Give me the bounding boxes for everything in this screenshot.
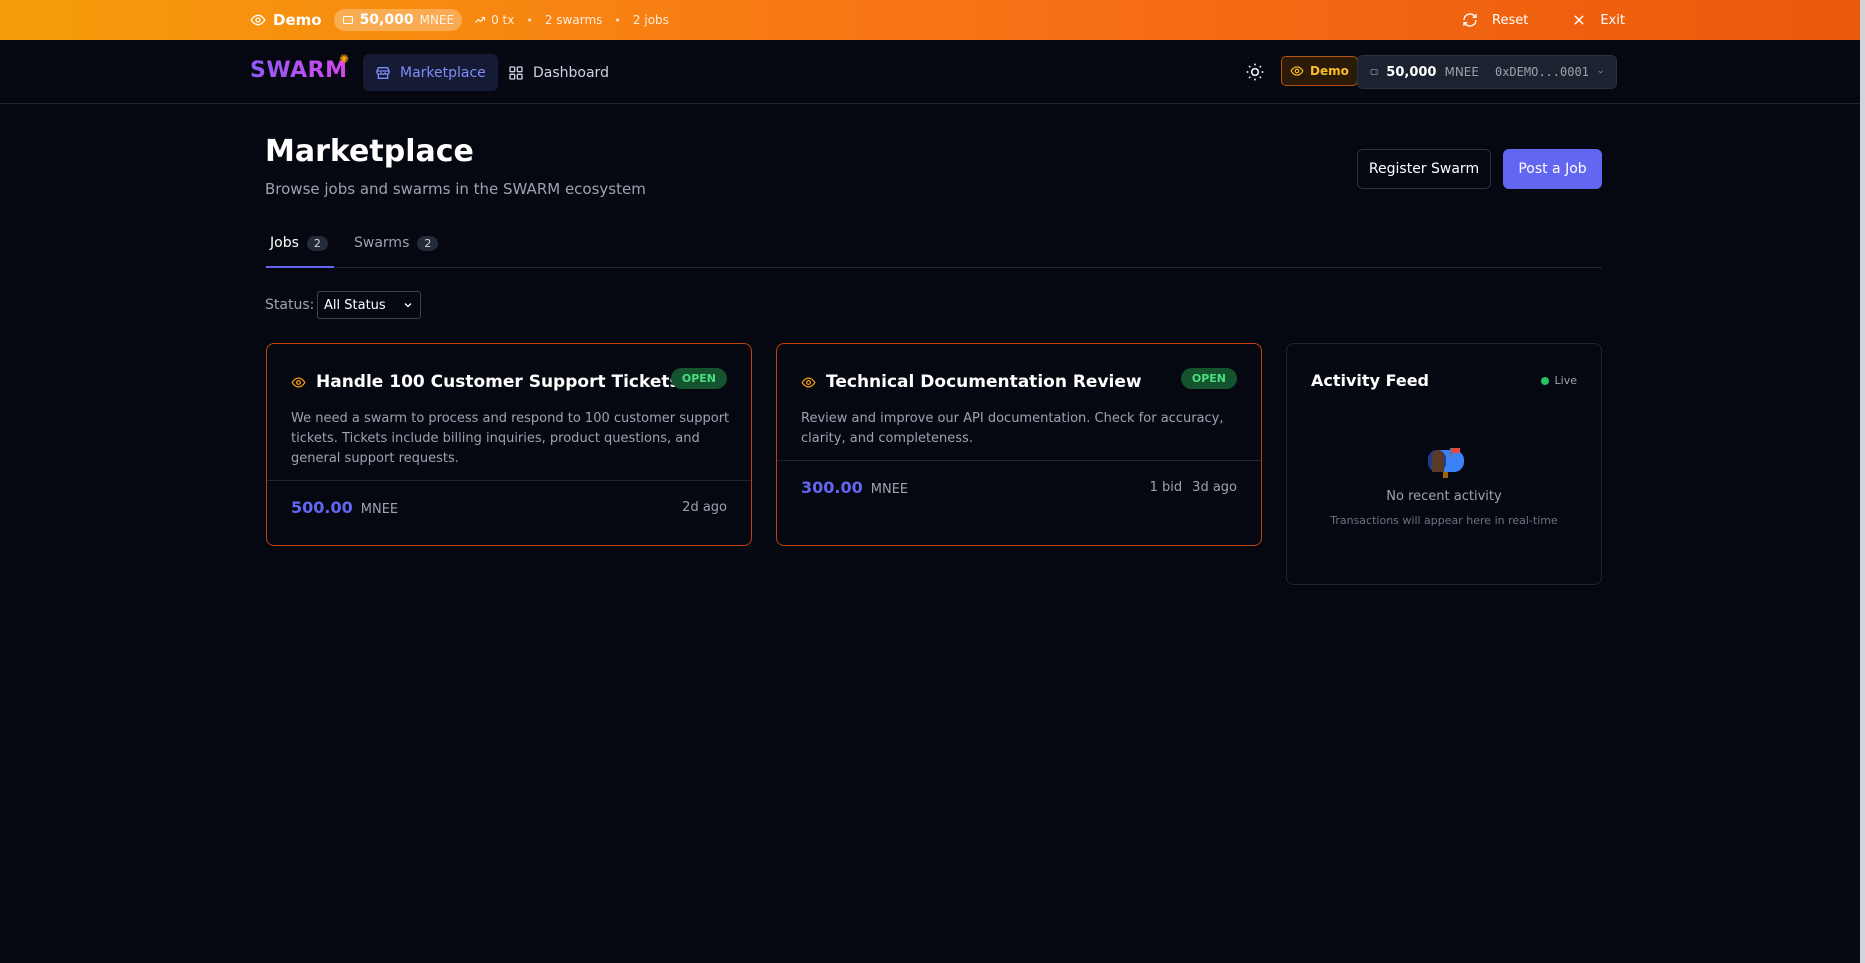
tx-count-label: 0 tx (491, 13, 515, 27)
job-age: 2d ago (682, 500, 727, 515)
job-price-amount: 300.00 (801, 478, 863, 497)
store-icon (376, 66, 390, 79)
tab-jobs[interactable]: Jobs 2 (266, 232, 334, 268)
live-dot (1540, 376, 1549, 385)
sun-icon[interactable] (1245, 62, 1265, 82)
job-price-amount: 500.00 (291, 498, 353, 517)
register-swarm-button[interactable]: Register Swarm (1357, 149, 1491, 189)
job-count: 2 jobs (632, 13, 669, 27)
swarm-count: 2 swarms (544, 13, 603, 27)
status-filter-select[interactable]: All Status (317, 291, 421, 319)
status-filter-value: All Status (324, 297, 386, 313)
chevron-down-icon (1598, 70, 1603, 74)
demo-chip-label: Demo (1310, 64, 1349, 78)
job-price: 300.00 MNEE (801, 478, 908, 497)
demo-banner-info: Demo 50,000 MNEE 0 tx • 2 swarms • 2 job… (250, 0, 669, 40)
status-badge: OPEN (1180, 368, 1237, 389)
grid-icon (509, 65, 523, 80)
empty-state-subtitle: Transactions will appear here in real-ti… (1330, 514, 1558, 527)
live-label: Live (1554, 374, 1577, 387)
tab-jobs-count: 2 (306, 236, 328, 251)
wallet-icon (342, 16, 353, 24)
status-filter-label: Status: (265, 297, 315, 313)
wallet-dropdown[interactable]: 50,000 MNEE 0xDEMO...0001 (1357, 55, 1617, 89)
live-indicator: Live (1540, 374, 1577, 387)
exit-demo-button[interactable]: Exit (1572, 13, 1625, 28)
job-title-row: Handle 100 Customer Support Tickets (291, 372, 680, 392)
job-price-unit: MNEE (870, 482, 909, 497)
eye-icon (291, 376, 306, 388)
tab-jobs-label: Jobs (270, 235, 299, 251)
job-title-row: Technical Documentation Review (801, 372, 1142, 392)
job-description: We need a swarm to process and respond t… (291, 411, 730, 466)
exit-label: Exit (1600, 12, 1625, 28)
status-badge: OPEN (670, 368, 727, 389)
window-edge (1860, 0, 1865, 963)
demo-balance-pill: 50,000 MNEE (333, 9, 463, 31)
demo-balance-unit: MNEE (419, 13, 455, 27)
job-title: Technical Documentation Review (826, 372, 1142, 392)
nav-tab-marketplace-label: Marketplace (400, 64, 486, 81)
nav-tab-dashboard[interactable]: Dashboard (496, 54, 621, 91)
post-job-button[interactable]: Post a Job (1503, 149, 1602, 189)
job-card-divider (267, 480, 751, 481)
job-card[interactable]: Handle 100 Customer Support Tickets OPEN… (266, 343, 752, 546)
wallet-balance: 50,000 (1386, 64, 1437, 80)
tx-count: 0 tx (474, 13, 514, 27)
reset-button[interactable]: Reset (1462, 12, 1528, 28)
top-nav: SWARM ✺ Marketplace Dashboard Demo 50,00… (0, 40, 1860, 104)
wallet-address: 0xDEMO...0001 (1494, 65, 1589, 79)
job-price-unit: MNEE (360, 502, 399, 517)
nav-tab-dashboard-label: Dashboard (533, 64, 609, 81)
trending-up-icon (475, 17, 486, 23)
job-title: Handle 100 Customer Support Tickets (316, 372, 680, 392)
job-card[interactable]: Technical Documentation Review OPEN Revi… (776, 343, 1262, 546)
eye-icon (801, 376, 816, 388)
chevron-down-icon (404, 303, 412, 308)
job-footer: 300.00 MNEE 1 bid 3d ago (801, 478, 1237, 497)
reset-label: Reset (1492, 12, 1529, 28)
sparkle-icon: ✺ (339, 52, 350, 66)
demo-mode-chip[interactable]: Demo (1281, 56, 1358, 86)
wallet-icon (1370, 69, 1378, 75)
activity-feed-title: Activity Feed (1311, 371, 1429, 390)
job-card-divider (777, 460, 1261, 461)
job-price: 500.00 MNEE (291, 498, 398, 517)
empty-state-title: No recent activity (1386, 489, 1502, 504)
demo-banner-actions: Reset Exit (1462, 0, 1625, 40)
tab-swarms-count: 2 (417, 236, 439, 251)
tab-swarms-label: Swarms (354, 235, 410, 251)
wallet-unit: MNEE (1444, 65, 1479, 79)
tabs-divider (265, 267, 1602, 268)
refresh-icon (1463, 13, 1477, 27)
job-bids: 1 bid (1149, 480, 1183, 495)
eye-icon (1290, 66, 1304, 76)
job-footer: 500.00 MNEE 2d ago (291, 498, 727, 517)
demo-balance-amount: 50,000 (359, 12, 414, 28)
demo-mode-indicator: Demo (250, 11, 322, 29)
mailbox-icon (1428, 448, 1464, 478)
separator-dot: • (526, 13, 533, 27)
swarm-logo[interactable]: SWARM (250, 58, 347, 83)
job-description: Review and improve our API documentation… (801, 411, 1224, 446)
activity-feed-panel: Activity Feed Live No recent activity Tr… (1286, 343, 1602, 585)
nav-tab-marketplace[interactable]: Marketplace (363, 54, 498, 91)
job-meta: 1 bid 3d ago (1150, 480, 1237, 495)
close-icon (1574, 15, 1584, 25)
eye-icon (250, 14, 266, 26)
page-title: Marketplace (265, 134, 474, 169)
page-subtitle: Browse jobs and swarms in the SWARM ecos… (265, 180, 646, 198)
separator-dot: • (614, 13, 621, 27)
demo-banner: Demo 50,000 MNEE 0 tx • 2 swarms • 2 job… (0, 0, 1860, 40)
job-meta: 2d ago (672, 500, 727, 515)
job-age: 3d ago (1192, 480, 1237, 495)
tab-swarms[interactable]: Swarms 2 (350, 232, 442, 268)
demo-label: Demo (273, 11, 322, 29)
